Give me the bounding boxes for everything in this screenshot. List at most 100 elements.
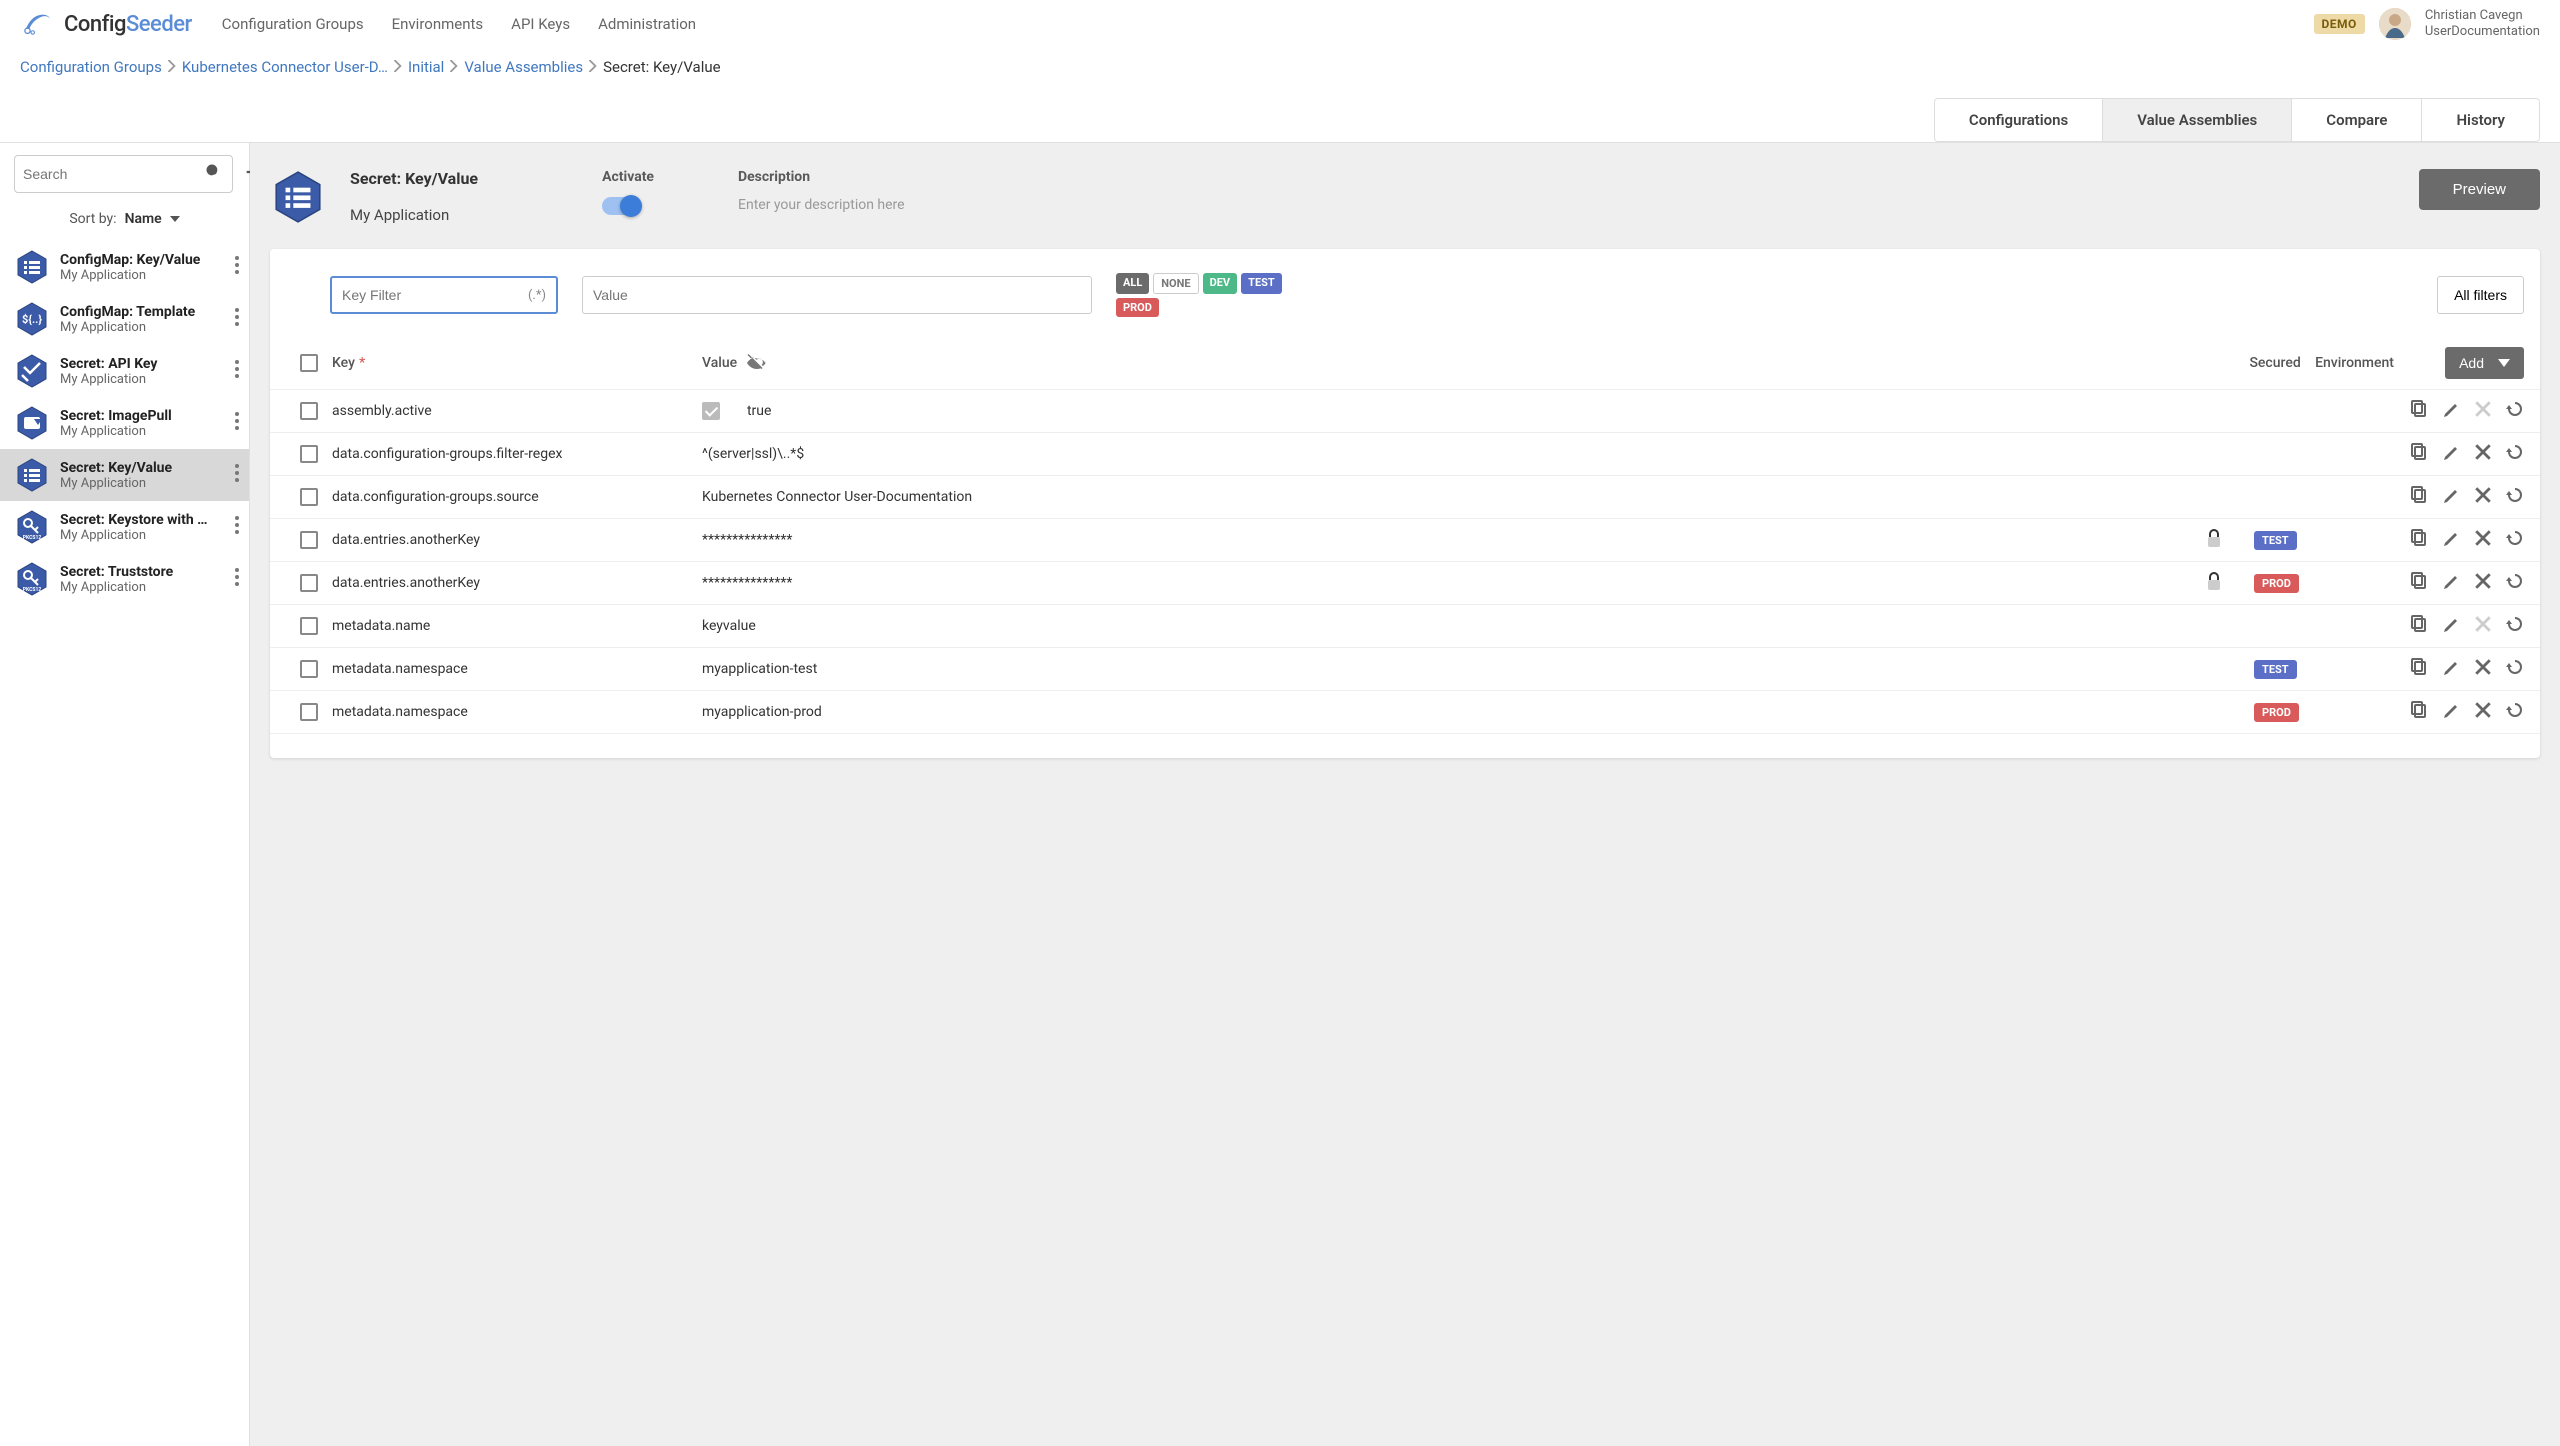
tab-compare[interactable]: Compare (2292, 99, 2422, 141)
sidebar-item-sub: My Application (60, 372, 225, 387)
key-filter-input-wrap[interactable]: (.*) (330, 276, 558, 314)
more-icon[interactable] (235, 360, 239, 382)
edit-icon[interactable] (2442, 443, 2460, 465)
sidebar-item[interactable]: Secret: Key/Value My Application (0, 449, 249, 501)
row-checkbox[interactable] (300, 531, 318, 549)
pill-dev[interactable]: DEV (1203, 273, 1238, 294)
sidebar-item[interactable]: ConfigMap: Key/Value My Application (0, 241, 249, 293)
more-icon[interactable] (235, 308, 239, 330)
key-filter-input[interactable] (342, 287, 528, 303)
activate-toggle[interactable] (602, 197, 640, 215)
history-icon[interactable] (2506, 529, 2524, 551)
more-icon[interactable] (235, 464, 239, 486)
edit-icon[interactable] (2442, 701, 2460, 723)
pill-prod[interactable]: PROD (1116, 298, 1159, 317)
search-input[interactable] (23, 166, 204, 182)
row-checkbox[interactable] (300, 703, 318, 721)
value-filter-input[interactable] (582, 276, 1092, 314)
sidebar-item-sub: My Application (60, 476, 225, 491)
main-nav: Configuration Groups Environments API Ke… (222, 15, 696, 33)
edit-icon[interactable] (2442, 529, 2460, 551)
cell-value: myapplication-test (702, 661, 2174, 677)
preview-button[interactable]: Preview (2419, 169, 2540, 210)
edit-icon[interactable] (2442, 572, 2460, 594)
avatar[interactable] (2379, 8, 2411, 40)
history-icon[interactable] (2506, 572, 2524, 594)
select-all-checkbox[interactable] (300, 354, 318, 372)
pill-test[interactable]: TEST (1241, 273, 1282, 294)
tab-configurations[interactable]: Configurations (1935, 99, 2103, 141)
tab-value-assemblies[interactable]: Value Assemblies (2103, 99, 2292, 141)
sidebar-item[interactable]: Secret: Truststore My Application (0, 553, 249, 605)
edit-icon[interactable] (2442, 486, 2460, 508)
delete-icon[interactable] (2474, 529, 2492, 551)
copy-icon[interactable] (2410, 486, 2428, 508)
history-icon[interactable] (2506, 400, 2524, 422)
more-icon[interactable] (235, 568, 239, 590)
add-entry-button[interactable]: Add (2445, 347, 2524, 379)
history-icon[interactable] (2506, 615, 2524, 637)
edit-icon[interactable] (2442, 615, 2460, 637)
breadcrumb-link[interactable]: Initial (408, 58, 444, 76)
nav-envs[interactable]: Environments (392, 15, 484, 33)
app-header: ConfigSeeder Configuration Groups Enviro… (0, 0, 2560, 48)
row-checkbox[interactable] (300, 574, 318, 592)
search-input-wrap[interactable] (14, 155, 233, 193)
nav-keys[interactable]: API Keys (511, 15, 570, 33)
row-checkbox[interactable] (300, 402, 318, 420)
logo[interactable]: ConfigSeeder (20, 8, 192, 40)
assembly-icon (14, 509, 50, 545)
nav-admin[interactable]: Administration (598, 15, 696, 33)
copy-icon[interactable] (2410, 572, 2428, 594)
copy-icon[interactable] (2410, 400, 2428, 422)
col-value-label: Value (702, 355, 737, 371)
cell-key: assembly.active (332, 403, 702, 419)
history-icon[interactable] (2506, 701, 2524, 723)
row-checkbox[interactable] (300, 488, 318, 506)
tab-history[interactable]: History (2422, 99, 2539, 141)
more-icon[interactable] (235, 412, 239, 434)
delete-icon[interactable] (2474, 658, 2492, 680)
history-icon[interactable] (2506, 486, 2524, 508)
pill-none[interactable]: NONE (1153, 273, 1198, 294)
breadcrumb-current: Secret: Key/Value (603, 58, 720, 76)
sidebar-item-sub: My Application (60, 580, 225, 595)
sidebar-item[interactable]: Secret: API Key My Application (0, 345, 249, 397)
breadcrumb-link[interactable]: Value Assemblies (464, 58, 583, 76)
row-checkbox[interactable] (300, 617, 318, 635)
copy-icon[interactable] (2410, 701, 2428, 723)
sidebar-item[interactable]: Secret: ImagePull My Application (0, 397, 249, 449)
copy-icon[interactable] (2410, 529, 2428, 551)
all-filters-button[interactable]: All filters (2437, 276, 2524, 314)
user-info[interactable]: Christian Cavegn UserDocumentation (2425, 8, 2540, 39)
history-icon[interactable] (2506, 658, 2524, 680)
detail-header: Secret: Key/Value My Application Activat… (270, 163, 2540, 249)
row-checkbox[interactable] (300, 660, 318, 678)
history-icon[interactable] (2506, 443, 2524, 465)
breadcrumb-link[interactable]: Configuration Groups (20, 58, 162, 76)
cell-key: data.configuration-groups.source (332, 489, 702, 505)
nav-groups[interactable]: Configuration Groups (222, 15, 364, 33)
breadcrumb-link[interactable]: Kubernetes Connector User-D… (182, 58, 388, 76)
delete-icon[interactable] (2474, 443, 2492, 465)
copy-icon[interactable] (2410, 658, 2428, 680)
more-icon[interactable] (235, 256, 239, 278)
delete-icon[interactable] (2474, 572, 2492, 594)
delete-icon[interactable] (2474, 486, 2492, 508)
edit-icon[interactable] (2442, 658, 2460, 680)
edit-icon[interactable] (2442, 400, 2460, 422)
assembly-title: Secret: Key/Value (350, 169, 478, 188)
row-checkbox[interactable] (300, 445, 318, 463)
pill-all[interactable]: ALL (1116, 273, 1149, 294)
delete-icon[interactable] (2474, 701, 2492, 723)
toggle-visibility-icon[interactable] (747, 353, 767, 373)
table-row: data.configuration-groups.filter-regex ^… (270, 433, 2540, 476)
description-input[interactable]: Enter your description here (738, 197, 905, 213)
copy-icon[interactable] (2410, 443, 2428, 465)
copy-icon[interactable] (2410, 615, 2428, 637)
sort-control[interactable]: Sort by: Name (0, 205, 249, 241)
sidebar-item[interactable]: Secret: Keystore with … My Application (0, 501, 249, 553)
more-icon[interactable] (235, 516, 239, 538)
sidebar-item[interactable]: ConfigMap: Template My Application (0, 293, 249, 345)
cell-key: data.configuration-groups.filter-regex (332, 446, 702, 462)
